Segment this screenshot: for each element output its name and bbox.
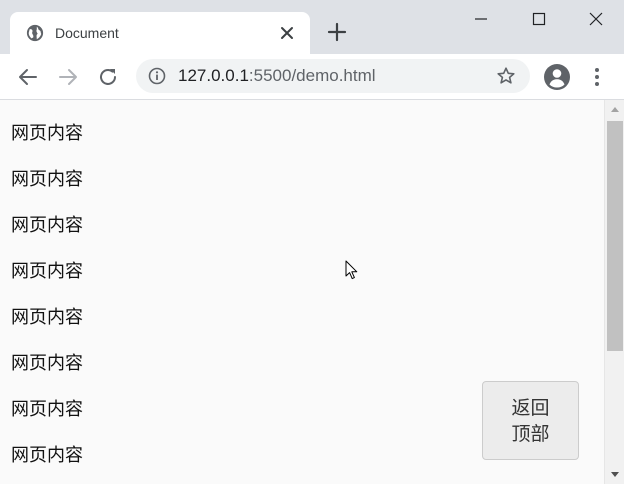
maximize-button[interactable] bbox=[510, 0, 568, 40]
minimize-icon bbox=[475, 18, 487, 20]
content-line: 网页内容 bbox=[11, 445, 83, 466]
mouse-cursor-icon bbox=[345, 260, 358, 280]
url-host: 127.0.0.1 bbox=[178, 66, 249, 85]
content-line: 网页内容 bbox=[11, 307, 83, 328]
tab-document[interactable]: Document bbox=[10, 12, 310, 54]
browser-toolbar: 127.0.0.1:5500/demo.html bbox=[0, 54, 624, 100]
back-to-top-button[interactable]: 返回 顶部 bbox=[482, 381, 579, 460]
content-line: 网页内容 bbox=[11, 215, 83, 236]
content-line: 网页内容 bbox=[11, 123, 83, 144]
page-viewport: 网页内容 网页内容 网页内容 网页内容 网页内容 网页内容 网页内容 网页内容 … bbox=[0, 100, 604, 484]
tab-strip: Document bbox=[0, 0, 624, 54]
content-line: 网页内容 bbox=[11, 261, 83, 282]
back-to-top-label-1: 返回 bbox=[511, 397, 550, 419]
back-to-top-label-2: 顶部 bbox=[511, 423, 550, 445]
info-icon[interactable] bbox=[148, 67, 166, 85]
more-vert-icon[interactable] bbox=[587, 66, 607, 88]
globe-icon bbox=[26, 24, 44, 42]
vertical-scrollbar[interactable] bbox=[604, 100, 624, 484]
content-line: 网页内容 bbox=[11, 353, 83, 374]
tab-title: Document bbox=[55, 25, 119, 41]
scroll-up-arrow-icon[interactable] bbox=[605, 100, 624, 120]
scrollbar-thumb[interactable] bbox=[607, 121, 623, 351]
content-line: 网页内容 bbox=[11, 399, 83, 420]
minimize-button[interactable] bbox=[452, 0, 510, 40]
close-icon bbox=[589, 12, 603, 26]
arrow-left-icon[interactable] bbox=[16, 65, 40, 89]
arrow-right-icon[interactable] bbox=[56, 65, 80, 89]
maximize-icon bbox=[532, 12, 546, 26]
url-text: 127.0.0.1:5500/demo.html bbox=[178, 59, 376, 93]
reload-icon[interactable] bbox=[96, 65, 120, 89]
star-icon[interactable] bbox=[496, 66, 516, 86]
plus-icon[interactable] bbox=[327, 22, 347, 42]
close-icon[interactable] bbox=[278, 24, 296, 42]
address-bar[interactable]: 127.0.0.1:5500/demo.html bbox=[136, 59, 530, 93]
window-close-button[interactable] bbox=[567, 0, 624, 40]
url-path: :5500/demo.html bbox=[248, 66, 376, 85]
scroll-down-arrow-icon[interactable] bbox=[605, 464, 624, 484]
content-line: 网页内容 bbox=[11, 169, 83, 190]
account-icon[interactable] bbox=[543, 63, 571, 91]
